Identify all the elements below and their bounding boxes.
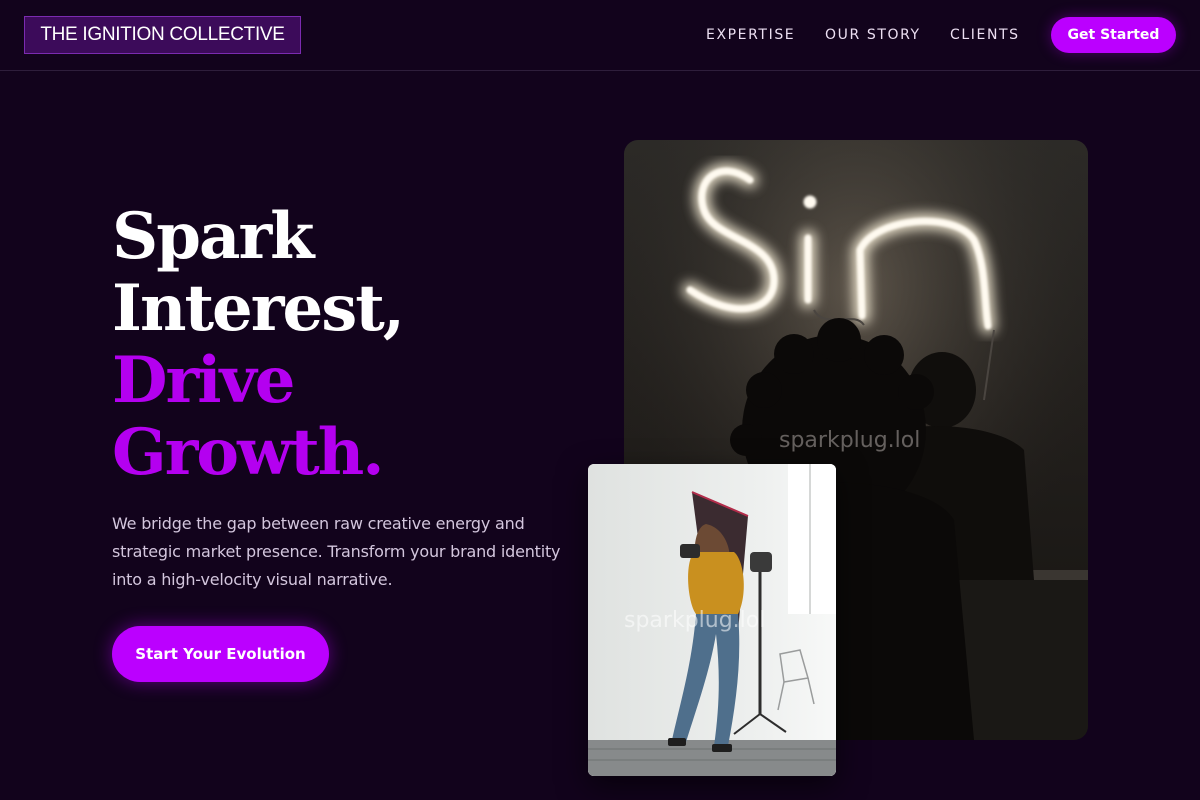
nav-link-expertise[interactable]: EXPERTISE xyxy=(706,23,795,47)
headline-line-spark: Spark xyxy=(112,199,315,274)
get-started-button[interactable]: Get Started xyxy=(1051,17,1176,53)
start-evolution-button[interactable]: Start Your Evolution xyxy=(112,626,329,682)
site-header: THE IGNITION COLLECTIVE EXPERTISE OUR ST… xyxy=(0,0,1200,71)
nav-link-clients[interactable]: CLIENTS xyxy=(950,23,1020,47)
headline-line-growth: Growth. xyxy=(112,415,385,490)
brand-logo[interactable]: THE IGNITION COLLECTIVE xyxy=(24,16,301,54)
hero-description: We bridge the gap between raw creative e… xyxy=(112,514,561,589)
photographer-studio-photo: sparkplug.lol xyxy=(588,464,836,776)
small-photo-watermark: sparkplug.lol xyxy=(624,608,766,633)
headline-line-interest: Interest, xyxy=(112,271,405,346)
headline-line-drive: Drive xyxy=(112,343,295,418)
main-photo-watermark: sparkplug.lol xyxy=(779,428,921,453)
hero-headline: Spark Interest, Drive Growth. xyxy=(112,199,405,490)
nav-link-our-story[interactable]: OUR STORY xyxy=(825,23,921,47)
